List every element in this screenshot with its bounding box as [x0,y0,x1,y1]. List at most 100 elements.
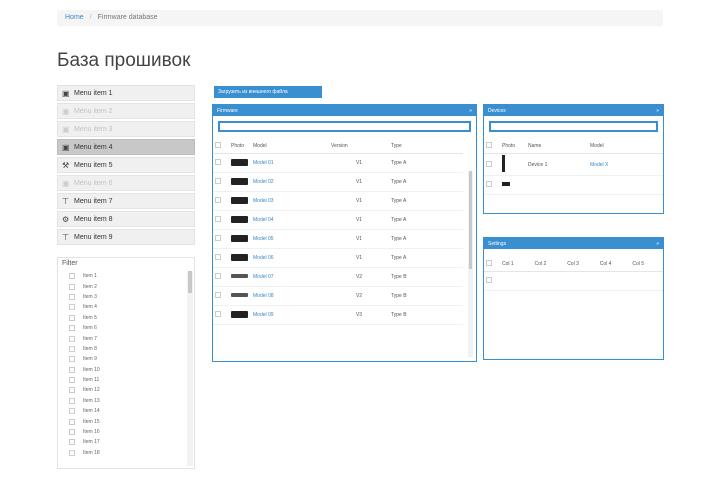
load-from-file-button[interactable]: Загрузить из внешнего файла [214,86,322,98]
filter-checkbox[interactable] [69,293,75,300]
firmware-scrollbar[interactable] [468,171,473,357]
model-link[interactable]: Model 01 [253,160,274,166]
filter-checkbox[interactable] [69,429,75,436]
filter-checkbox[interactable] [69,335,75,342]
column-header[interactable]: Photo [500,139,526,154]
list-item[interactable]: Item 15 [58,416,186,426]
sidebar-item[interactable]: ⚙ Menu item 8 [57,211,195,227]
collapse-icon[interactable]: » [656,108,659,114]
row-select-cell[interactable] [484,175,500,195]
model-link[interactable]: Model 08 [253,293,274,299]
table-row[interactable] [484,271,663,291]
filter-checkbox[interactable] [69,273,75,280]
column-header[interactable]: Type [389,139,463,154]
firmware-search-input[interactable] [218,121,471,132]
filter-checkbox[interactable] [69,397,75,404]
filter-checkbox[interactable] [69,356,75,363]
row-select-cell[interactable] [213,229,229,249]
model-link[interactable]: Model X [590,162,608,168]
row-select-cell[interactable] [484,271,500,291]
collapse-icon[interactable]: » [656,241,659,247]
column-header[interactable]: Col 1 [500,257,533,272]
row-select-cell[interactable] [213,172,229,192]
list-item[interactable]: Item 14 [58,406,186,416]
row-select-cell[interactable] [213,210,229,230]
column-header[interactable]: Version [329,139,389,154]
table-row[interactable]: Model 01 V1 Type A [213,153,463,173]
sidebar-item[interactable]: ⚒ Menu item 5 [57,157,195,173]
table-row[interactable]: Model 04 V1 Type A [213,210,463,230]
list-item[interactable]: Item 9 [58,354,186,364]
filter-checkbox[interactable] [69,366,75,373]
filter-checkbox[interactable] [69,325,75,332]
filter-scrollbar-thumb[interactable] [188,271,192,293]
column-header[interactable]: Col 5 [630,257,663,272]
list-item[interactable]: Item 13 [58,396,186,406]
filter-checkbox[interactable] [69,314,75,321]
filter-checkbox[interactable] [69,345,75,352]
row-checkbox[interactable] [215,292,221,298]
row-checkbox[interactable] [215,254,221,260]
filter-checkbox[interactable] [69,408,75,415]
table-row[interactable]: Model 03 V1 Type A [213,191,463,211]
list-item[interactable]: Item 2 [58,281,186,291]
sidebar-item[interactable]: ⊤ Menu item 7 [57,193,195,209]
filter-checkbox[interactable] [69,377,75,384]
table-row[interactable] [484,175,663,195]
filter-scrollbar[interactable] [187,271,193,466]
row-checkbox[interactable] [486,181,492,187]
sidebar-item[interactable]: ▣ Menu item 3 [57,121,195,137]
select-all-column[interactable] [484,257,500,272]
row-select-cell[interactable] [213,305,229,325]
model-link[interactable]: Model 06 [253,255,274,261]
column-header[interactable]: Photo [229,139,251,154]
row-checkbox[interactable] [215,178,221,184]
row-select-cell[interactable] [484,153,500,176]
table-row[interactable]: Model 07 V2 Type B [213,267,463,287]
list-item[interactable]: Item 11 [58,375,186,385]
filter-checkbox[interactable] [69,304,75,311]
select-all-column[interactable] [213,139,229,154]
model-link[interactable]: Model 09 [253,312,274,318]
column-header[interactable]: Model [251,139,329,154]
select-all-checkbox[interactable] [486,260,492,266]
row-checkbox[interactable] [215,216,221,222]
model-link[interactable]: Model 03 [253,198,274,204]
row-checkbox[interactable] [486,277,492,283]
model-link[interactable]: Model 05 [253,236,274,242]
row-checkbox[interactable] [215,273,221,279]
select-all-column[interactable] [484,139,500,154]
list-item[interactable]: Item 18 [58,448,186,458]
column-header[interactable]: Name [526,139,588,154]
row-checkbox[interactable] [215,311,221,317]
sidebar-item[interactable]: ⊤ Menu item 9 [57,229,195,245]
list-item[interactable]: Item 16 [58,427,186,437]
breadcrumb-home-link[interactable]: Home [65,14,84,21]
sidebar-item[interactable]: ▣ Menu item 4 [57,139,195,155]
row-select-cell[interactable] [213,267,229,287]
column-header[interactable]: Model [588,139,663,154]
table-row[interactable]: Model 05 V1 Type A [213,229,463,249]
select-all-checkbox[interactable] [215,142,221,148]
list-item[interactable]: Item 10 [58,365,186,375]
list-item[interactable]: Item 5 [58,313,186,323]
sidebar-item[interactable]: ▣ Menu item 2 [57,103,195,119]
filter-checkbox[interactable] [69,283,75,290]
table-row[interactable]: Model 08 V2 Type B [213,286,463,306]
list-item[interactable]: Item 1 [58,271,186,281]
column-header[interactable]: Col 2 [532,257,566,272]
list-item[interactable]: Item 17 [58,437,186,447]
collapse-icon[interactable]: » [469,108,472,114]
table-row[interactable]: Model 02 V1 Type A [213,172,463,192]
row-checkbox[interactable] [215,235,221,241]
list-item[interactable]: Item 12 [58,385,186,395]
model-link[interactable]: Model 07 [253,274,274,280]
firmware-scrollbar-thumb[interactable] [469,171,472,269]
model-link[interactable]: Model 04 [253,217,274,223]
filter-checkbox[interactable] [69,449,75,456]
row-checkbox[interactable] [215,197,221,203]
devices-search-input[interactable] [489,121,658,132]
sidebar-item[interactable]: ▣ Menu item 6 [57,175,195,191]
table-row[interactable]: Model 09 V3 Type B [213,305,463,325]
row-select-cell[interactable] [213,248,229,268]
